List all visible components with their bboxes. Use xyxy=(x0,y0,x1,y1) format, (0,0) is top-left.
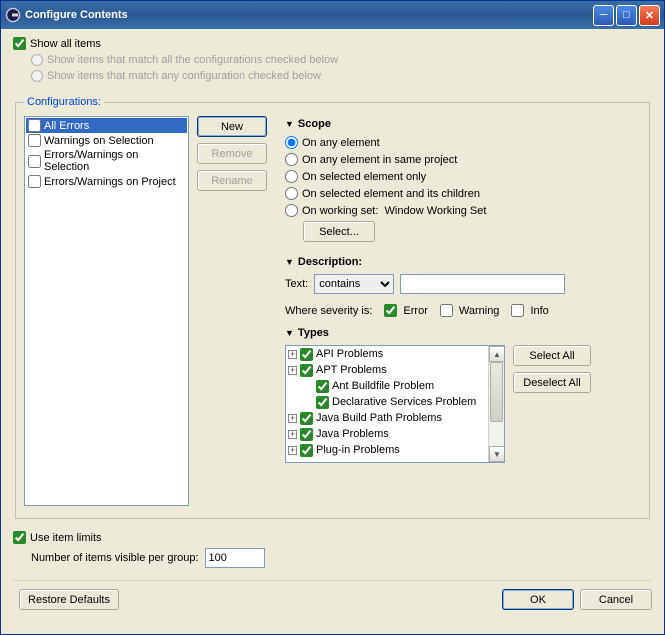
tree-item[interactable]: +Java Build Path Problems xyxy=(286,410,504,426)
radio-icon xyxy=(31,70,43,82)
select-all-button[interactable]: Select All xyxy=(513,345,591,366)
severity-info-checkbox[interactable]: Info xyxy=(511,304,548,317)
close-button[interactable]: ✕ xyxy=(639,5,660,26)
text-filter-input[interactable] xyxy=(400,274,565,294)
tree-item[interactable]: +APT Problems xyxy=(286,362,504,378)
configurations-group: Configurations: All Errors Warnings on S… xyxy=(15,96,650,519)
deselect-all-button[interactable]: Deselect All xyxy=(513,372,591,393)
scrollbar[interactable]: ▲ ▼ xyxy=(488,346,504,462)
radio-icon xyxy=(31,54,43,66)
app-icon xyxy=(5,7,21,23)
text-label: Text: xyxy=(285,278,308,290)
maximize-button[interactable]: □ xyxy=(616,5,637,26)
config-item[interactable]: Warnings on Selection xyxy=(26,133,187,148)
ok-button[interactable]: OK xyxy=(502,589,574,610)
cancel-button[interactable]: Cancel xyxy=(580,589,652,610)
scroll-up-icon[interactable]: ▲ xyxy=(489,346,505,362)
expand-icon[interactable]: + xyxy=(288,446,297,455)
tree-item[interactable]: +Plug-in Problems xyxy=(286,442,504,458)
tree-item[interactable]: +Java Problems xyxy=(286,426,504,442)
scroll-down-icon[interactable]: ▼ xyxy=(489,446,505,462)
scope-working-set-radio[interactable]: On working set: Window Working Set xyxy=(285,204,641,217)
new-button[interactable]: New xyxy=(197,116,267,137)
severity-label: Where severity is: xyxy=(285,305,372,317)
configurations-legend: Configurations: xyxy=(24,96,104,108)
use-item-limits-checkbox[interactable]: Use item limits xyxy=(13,531,102,544)
match-all-radio: Show items that match all the configurat… xyxy=(31,54,652,66)
remove-button: Remove xyxy=(197,143,267,164)
expand-icon[interactable]: + xyxy=(288,366,297,375)
items-per-group-input[interactable] xyxy=(205,548,265,568)
rename-button: Rename xyxy=(197,170,267,191)
select-working-set-button[interactable]: Select... xyxy=(303,221,375,242)
severity-warning-checkbox[interactable]: Warning xyxy=(440,304,500,317)
dialog-window: Configure Contents ─ □ ✕ Show all items … xyxy=(0,0,665,635)
description-header[interactable]: ▼Description: xyxy=(285,256,641,268)
scope-header[interactable]: ▼Scope xyxy=(285,118,641,130)
items-per-group-label: Number of items visible per group: xyxy=(31,552,199,564)
tree-item[interactable]: Declarative Services Problem xyxy=(286,394,504,410)
scope-selected-only-radio[interactable]: On selected element only xyxy=(285,170,641,183)
disclose-icon: ▼ xyxy=(285,328,294,338)
tree-item[interactable]: +API Problems xyxy=(286,346,504,362)
expand-icon[interactable]: + xyxy=(288,414,297,423)
severity-error-checkbox[interactable]: Error xyxy=(384,304,427,317)
restore-defaults-button[interactable]: Restore Defaults xyxy=(19,589,119,610)
types-header[interactable]: ▼Types xyxy=(285,327,641,339)
text-match-select[interactable]: contains xyxy=(314,274,394,294)
match-any-radio: Show items that match any configuration … xyxy=(31,70,652,82)
minimize-button[interactable]: ─ xyxy=(593,5,614,26)
titlebar[interactable]: Configure Contents ─ □ ✕ xyxy=(1,1,664,29)
disclose-icon: ▼ xyxy=(285,257,294,267)
scope-any-element-radio[interactable]: On any element xyxy=(285,136,641,149)
scope-same-project-radio[interactable]: On any element in same project xyxy=(285,153,641,166)
expand-icon[interactable]: + xyxy=(288,430,297,439)
disclose-icon: ▼ xyxy=(285,119,294,129)
types-tree[interactable]: +API Problems +APT Problems Ant Buildfil… xyxy=(285,345,505,463)
window-title: Configure Contents xyxy=(25,9,593,21)
configurations-list[interactable]: All Errors Warnings on Selection Errors/… xyxy=(24,116,189,506)
tree-item[interactable]: Ant Buildfile Problem xyxy=(286,378,504,394)
config-item[interactable]: All Errors xyxy=(26,118,187,133)
config-item[interactable]: Errors/Warnings on Selection xyxy=(26,148,187,174)
expand-icon[interactable]: + xyxy=(288,350,297,359)
scope-selected-children-radio[interactable]: On selected element and its children xyxy=(285,187,641,200)
show-all-items-checkbox[interactable]: Show all items xyxy=(13,37,652,50)
scroll-thumb[interactable] xyxy=(490,362,503,422)
config-item[interactable]: Errors/Warnings on Project xyxy=(26,174,187,189)
